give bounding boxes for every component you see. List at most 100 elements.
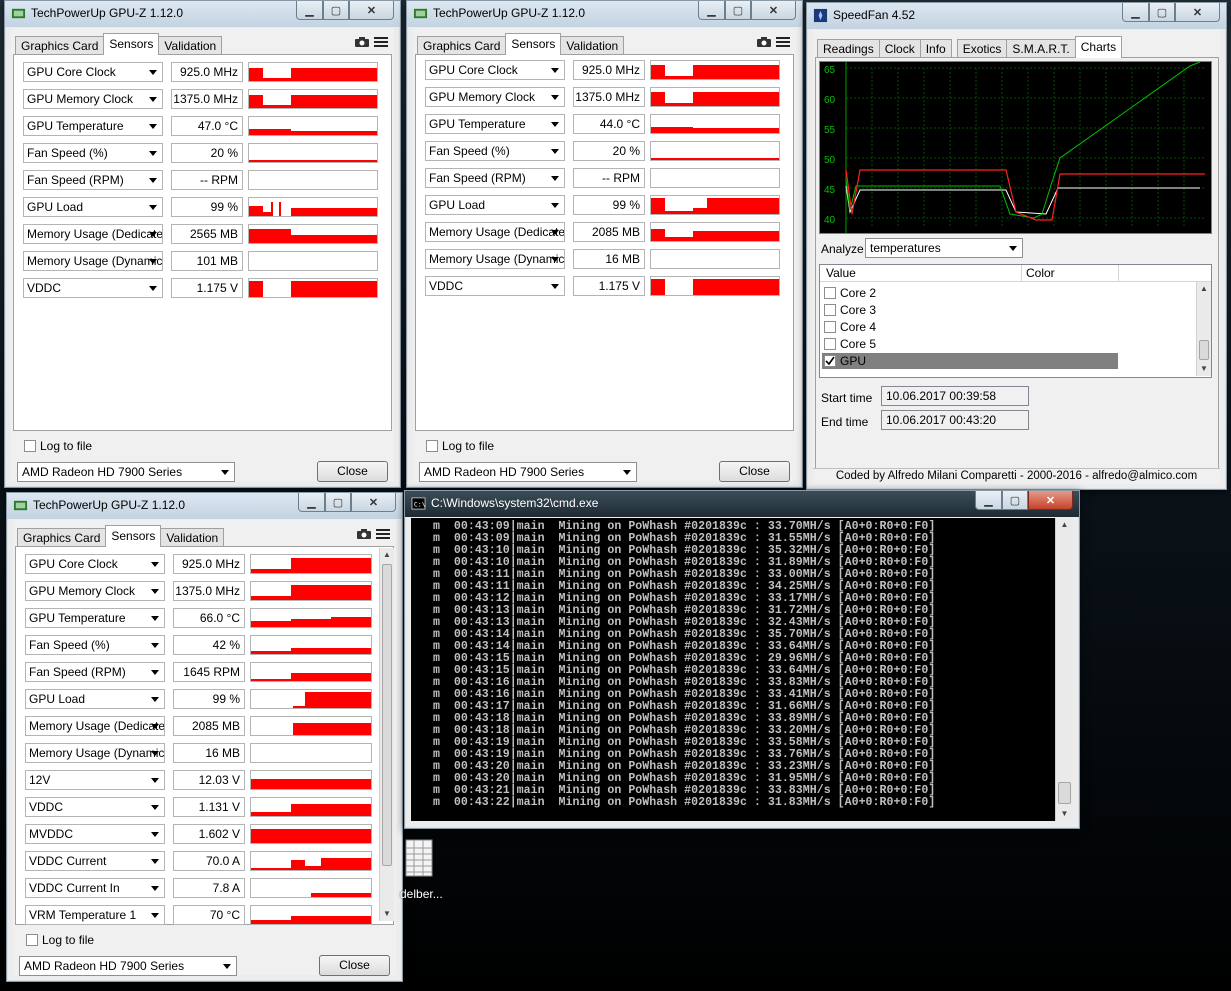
sensor-select[interactable]: Fan Speed (%) (25, 635, 165, 655)
sensors-scrollbar[interactable]: ▲ ▼ (379, 548, 394, 921)
hamburger-menu-icon[interactable] (776, 36, 790, 48)
gpu-select-dropdown[interactable]: AMD Radeon HD 7900 Series (17, 462, 235, 482)
close-window-button[interactable]: ✕ (351, 493, 396, 512)
tab-charts[interactable]: Charts (1074, 36, 1123, 58)
camera-icon[interactable] (756, 36, 772, 48)
end-time-field[interactable]: 10.06.2017 00:43:20 (881, 410, 1029, 430)
sensor-select[interactable]: GPU Temperature (25, 608, 165, 628)
analyze-dropdown[interactable]: temperatures (865, 238, 1023, 258)
list-item[interactable]: Core 3 (822, 302, 1118, 318)
maximize-button[interactable]: ▢ (725, 1, 751, 20)
title-bar[interactable]: C:\ C:\Windows\system32\cmd.exe ▁ ▢ ✕ (405, 491, 1079, 517)
camera-icon[interactable] (356, 528, 372, 540)
scroll-thumb[interactable] (1199, 340, 1209, 360)
tab-smart[interactable]: S.M.A.R.T. (1006, 39, 1076, 58)
maximize-button[interactable]: ▢ (325, 493, 351, 512)
sensor-select[interactable]: VDDC (25, 797, 165, 817)
scroll-up-icon[interactable]: ▲ (380, 548, 394, 562)
sensor-select[interactable]: Fan Speed (%) (23, 143, 163, 163)
sensor-select[interactable]: Memory Usage (Dedicated) (25, 716, 165, 736)
sensor-select[interactable]: Fan Speed (RPM) (425, 168, 565, 188)
sensor-select[interactable]: Fan Speed (RPM) (23, 170, 163, 190)
sensor-select[interactable]: Memory Usage (Dedicated) (23, 224, 163, 244)
sensor-select[interactable]: GPU Memory Clock (23, 89, 163, 109)
desktop-shortcut[interactable]: delber... (400, 838, 450, 908)
sensor-select[interactable]: Memory Usage (Dedicated) (425, 222, 565, 242)
console-scrollbar[interactable]: ▲ ▼ (1055, 518, 1073, 821)
tab-validation[interactable]: Validation (560, 36, 625, 55)
maximize-button[interactable]: ▢ (1149, 3, 1175, 22)
gpu-select-dropdown[interactable]: AMD Radeon HD 7900 Series (419, 462, 637, 482)
sensor-select[interactable]: GPU Temperature (425, 114, 565, 134)
scroll-up-icon[interactable]: ▲ (1197, 282, 1211, 296)
list-item[interactable]: Core 2 (822, 285, 1118, 301)
sensor-select[interactable]: VDDC (23, 278, 163, 298)
item-checkbox[interactable] (824, 321, 836, 333)
hamburger-menu-icon[interactable] (374, 36, 388, 48)
tab-graphics-card[interactable]: Graphics Card (15, 36, 105, 55)
minimize-button[interactable]: ▁ (298, 493, 325, 512)
title-bar[interactable]: TechPowerUp GPU-Z 1.12.0 ▁ ▢ ✕ (7, 493, 402, 519)
minimize-button[interactable]: ▁ (296, 1, 323, 20)
scroll-thumb[interactable] (1058, 782, 1071, 804)
scroll-up-icon[interactable]: ▲ (1056, 518, 1073, 532)
sensor-select[interactable]: MVDDC (25, 824, 165, 844)
list-scrollbar[interactable]: ▲ ▼ (1196, 282, 1211, 376)
camera-icon[interactable] (354, 36, 370, 48)
log-to-file-checkbox[interactable] (24, 440, 36, 452)
tab-sensors[interactable]: Sensors (105, 525, 162, 547)
col-color-header[interactable]: Color (1026, 266, 1055, 280)
close-window-button[interactable]: ✕ (349, 1, 394, 20)
sensor-select[interactable]: GPU Core Clock (425, 60, 565, 80)
close-window-button[interactable]: ✕ (1028, 491, 1073, 510)
close-button[interactable]: Close (319, 955, 390, 976)
minimize-button[interactable]: ▁ (975, 491, 1002, 510)
list-item[interactable]: Core 5 (822, 336, 1118, 352)
sensor-select[interactable]: GPU Core Clock (25, 554, 165, 574)
item-checkbox[interactable] (824, 304, 836, 316)
tab-graphics-card[interactable]: Graphics Card (17, 528, 107, 547)
sensor-select[interactable]: Fan Speed (%) (425, 141, 565, 161)
title-bar[interactable]: TechPowerUp GPU-Z 1.12.0 ▁ ▢ ✕ (407, 1, 802, 27)
tab-clock[interactable]: Clock (878, 39, 921, 58)
close-button[interactable]: Close (719, 461, 790, 482)
sensor-select[interactable]: Fan Speed (RPM) (25, 662, 165, 682)
title-bar[interactable]: TechPowerUp GPU-Z 1.12.0 ▁ ▢ ✕ (5, 1, 400, 27)
item-checkbox[interactable] (824, 287, 836, 299)
sensor-select[interactable]: GPU Load (23, 197, 163, 217)
sensor-select[interactable]: Memory Usage (Dynamic) (425, 249, 565, 269)
tab-graphics-card[interactable]: Graphics Card (417, 36, 507, 55)
hamburger-menu-icon[interactable] (376, 528, 390, 540)
tab-sensors[interactable]: Sensors (505, 33, 562, 55)
minimize-button[interactable]: ▁ (1122, 3, 1149, 22)
close-window-button[interactable]: ✕ (751, 1, 796, 20)
start-time-field[interactable]: 10.06.2017 00:39:58 (881, 386, 1029, 406)
sensor-select[interactable]: VDDC Current (25, 851, 165, 871)
sensor-select[interactable]: 12V (25, 770, 165, 790)
sensor-select[interactable]: GPU Load (25, 689, 165, 709)
tab-exotics[interactable]: Exotics (956, 39, 1008, 58)
scroll-down-icon[interactable]: ▼ (380, 907, 394, 921)
sensor-select[interactable]: VRM Temperature 1 (25, 905, 165, 925)
tab-readings[interactable]: Readings (817, 39, 880, 58)
console-output[interactable]: m 00:43:09|main Mining on PoWhash #02018… (411, 518, 1055, 821)
tab-validation[interactable]: Validation (158, 36, 223, 55)
item-checkbox[interactable] (824, 338, 836, 350)
log-to-file-checkbox[interactable] (26, 934, 38, 946)
close-window-button[interactable]: ✕ (1175, 3, 1220, 22)
minimize-button[interactable]: ▁ (698, 1, 725, 20)
col-value-header[interactable]: Value (826, 266, 856, 280)
list-item[interactable]: Core 4 (822, 319, 1118, 335)
scroll-down-icon[interactable]: ▼ (1056, 807, 1073, 821)
sensor-select[interactable]: GPU Load (425, 195, 565, 215)
sensor-select[interactable]: VDDC (425, 276, 565, 296)
sensor-select[interactable]: Memory Usage (Dynamic) (25, 743, 165, 763)
sensor-select[interactable]: VDDC Current In (25, 878, 165, 898)
title-bar[interactable]: SpeedFan 4.52 ▁ ▢ ✕ (807, 3, 1226, 29)
sensor-select[interactable]: GPU Core Clock (23, 62, 163, 82)
item-checkbox[interactable] (824, 355, 836, 367)
tab-sensors[interactable]: Sensors (103, 33, 160, 55)
close-button[interactable]: Close (317, 461, 388, 482)
log-to-file-checkbox[interactable] (426, 440, 438, 452)
sensor-select[interactable]: GPU Memory Clock (425, 87, 565, 107)
